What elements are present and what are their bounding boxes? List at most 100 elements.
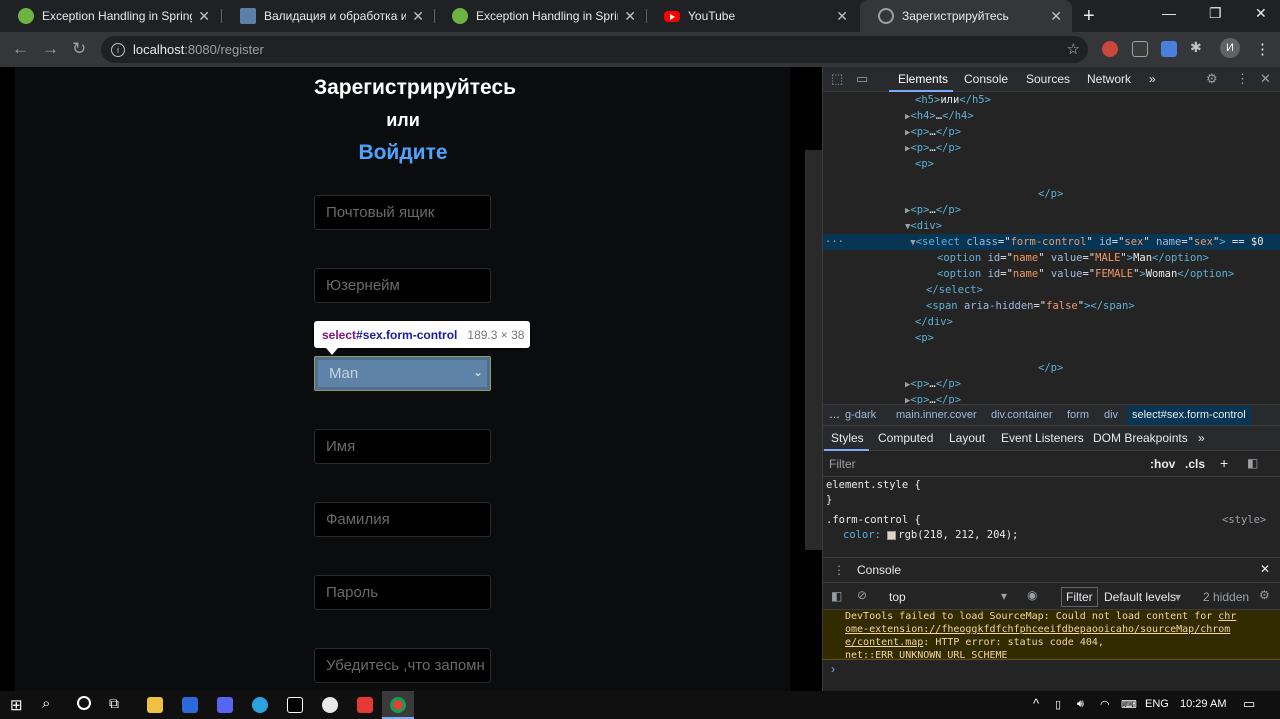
settings-gear-icon[interactable]: ⚙ <box>1259 588 1270 602</box>
lastname-field[interactable] <box>314 502 491 537</box>
settings-gear-icon[interactable]: ⚙ <box>1206 71 1218 87</box>
chrome-icon[interactable] <box>390 697 406 713</box>
volume-icon[interactable]: 🔊︎ <box>1077 698 1084 711</box>
network-icon[interactable]: ◠ <box>1100 698 1110 711</box>
dom-node[interactable]: ▶<p>…</p> <box>905 376 961 392</box>
close-devtools-icon[interactable]: ✕ <box>1260 71 1271 87</box>
dom-node-selected[interactable]: ··· ▼<select class="form-control" id="se… <box>823 234 1280 250</box>
browser-tab[interactable]: Exception Handling in Spring M ✕ <box>434 0 646 32</box>
more-tabs-icon[interactable]: » <box>1149 72 1156 86</box>
close-icon[interactable]: ✕ <box>1050 8 1062 25</box>
search-icon[interactable]: ⌕ <box>42 695 50 712</box>
browser-tab[interactable]: Exception Handling in Spring M ✕ <box>0 0 220 32</box>
forward-icon[interactable]: → <box>42 39 59 59</box>
cortana-icon[interactable] <box>77 696 91 710</box>
close-window-icon[interactable]: ✕ <box>1255 5 1267 22</box>
add-rule-icon[interactable]: + <box>1220 455 1228 471</box>
email-field[interactable] <box>314 195 491 230</box>
sourcemap-link[interactable]: e/content.map <box>845 637 923 648</box>
back-icon[interactable]: ← <box>12 39 29 59</box>
language-indicator[interactable]: ENG <box>1145 698 1169 710</box>
clear-console-icon[interactable]: ⊘ <box>857 588 867 602</box>
browser-tab-active[interactable]: Зарегистрируйтесь ✕ <box>860 0 1072 32</box>
eye-icon[interactable]: ◉ <box>1027 588 1037 602</box>
close-drawer-icon[interactable]: ✕ <box>1260 562 1270 576</box>
info-icon[interactable]: i <box>111 42 125 57</box>
minimize-icon[interactable]: — <box>1162 5 1176 21</box>
dom-node[interactable]: </p> <box>1038 360 1063 376</box>
sourcemap-link[interactable]: ome-extension://fheoggkfdfchfphceeifdbep… <box>845 624 1230 635</box>
login-link[interactable]: Войдите <box>313 141 493 165</box>
dom-node[interactable]: <option id="name" value="FEMALE">Woman</… <box>937 266 1234 282</box>
sex-select[interactable]: Man ⌄ <box>314 356 491 391</box>
tab-sources[interactable]: Sources <box>1026 72 1070 86</box>
extension-icon[interactable] <box>1102 41 1118 57</box>
password-field[interactable] <box>314 575 491 610</box>
color-swatch-icon[interactable] <box>887 530 897 540</box>
style-source[interactable]: <style> <box>1222 514 1266 526</box>
console-drawer-tab[interactable]: Console <box>857 563 901 577</box>
styles-filter-input[interactable]: Filter <box>829 457 856 471</box>
menu-icon[interactable]: ⋮ <box>1255 40 1270 58</box>
address-bar[interactable]: i localhost:8080/register ☆ <box>101 36 1088 63</box>
toggle-sidebar-icon[interactable]: ◧ <box>1247 456 1258 470</box>
discord-icon[interactable] <box>217 697 233 713</box>
tab-layout[interactable]: Layout <box>949 431 985 445</box>
confirm-password-field[interactable] <box>314 648 491 683</box>
bookmark-star-icon[interactable]: ☆ <box>1067 40 1080 58</box>
browser-tab[interactable]: YouTube ✕ <box>646 0 858 32</box>
windows-start-icon[interactable]: ⊞ <box>10 696 23 714</box>
username-field[interactable] <box>314 268 491 303</box>
sidebar-toggle-icon[interactable]: ◧ <box>831 589 842 603</box>
intellij-icon[interactable] <box>287 697 303 713</box>
dom-node[interactable]: <p> <box>915 330 934 346</box>
tab-elements[interactable]: Elements <box>898 72 948 86</box>
maximize-icon[interactable]: ❐ <box>1209 5 1222 22</box>
tab-computed[interactable]: Computed <box>878 431 933 445</box>
show-hidden-icons-icon[interactable]: ^ <box>1033 696 1039 711</box>
close-icon[interactable]: ✕ <box>624 8 636 25</box>
hov-toggle[interactable]: :hov <box>1150 457 1175 471</box>
firstname-field[interactable] <box>314 429 491 464</box>
dom-node[interactable]: ▶<p>…</p> <box>905 140 961 156</box>
breadcrumb-item[interactable]: … <box>829 409 840 421</box>
context-selector[interactable]: top <box>889 590 906 604</box>
breadcrumb-item-selected[interactable]: select#sex.form-control <box>1127 406 1251 425</box>
close-icon[interactable]: ✕ <box>198 8 210 25</box>
dom-node[interactable]: ▶<h4>…</h4> <box>905 108 974 124</box>
task-view-icon[interactable]: ⧉ <box>109 695 119 712</box>
breadcrumb-item[interactable]: g-dark <box>845 409 876 421</box>
tab-event-listeners[interactable]: Event Listeners <box>1001 431 1084 445</box>
scrollbar-thumb[interactable] <box>805 150 822 550</box>
tab-console[interactable]: Console <box>964 72 1008 86</box>
reload-icon[interactable]: ↻ <box>72 39 86 59</box>
breadcrumb-item[interactable]: main.inner.cover <box>896 409 977 421</box>
keyboard-icon[interactable]: ⌨︎ <box>1121 698 1137 711</box>
breadcrumb-item[interactable]: div <box>1104 409 1118 421</box>
dom-node[interactable]: </p> <box>1038 186 1063 202</box>
dom-node[interactable]: ▶<p>…</p> <box>905 392 961 404</box>
close-icon[interactable]: ✕ <box>412 8 424 25</box>
dom-node[interactable]: <p> <box>915 156 934 172</box>
dom-node[interactable]: <h5>или</h5> <box>915 92 991 108</box>
dom-tree[interactable]: <h5>или</h5> ▶<h4>…</h4> ▶<p>…</p> ▶<p>…… <box>823 92 1280 404</box>
close-icon[interactable]: ✕ <box>836 8 848 25</box>
dom-node[interactable]: <option id="name" value="MALE">Man</opti… <box>937 250 1209 266</box>
translate-icon[interactable] <box>1161 41 1177 57</box>
app-icon[interactable] <box>357 697 373 713</box>
telegram-icon[interactable] <box>252 697 268 713</box>
breadcrumb-item[interactable]: form <box>1067 409 1089 421</box>
app-icon[interactable] <box>322 697 338 713</box>
tab-dom-breakpoints[interactable]: DOM Breakpoints <box>1093 431 1188 445</box>
puzzle-icon[interactable]: ✱ <box>1190 39 1206 55</box>
new-tab-icon[interactable]: + <box>1083 5 1095 28</box>
battery-icon[interactable]: ▯ <box>1055 698 1061 711</box>
avatar[interactable]: И <box>1220 38 1240 58</box>
tab-network[interactable]: Network <box>1087 72 1131 86</box>
file-explorer-icon[interactable] <box>147 697 163 713</box>
console-prompt[interactable]: › <box>831 662 835 676</box>
dom-node[interactable]: ▶<p>…</p> <box>905 124 961 140</box>
breadcrumb-item[interactable]: div.container <box>991 409 1053 421</box>
log-levels-dropdown[interactable]: Default levels <box>1104 590 1176 604</box>
tab-styles[interactable]: Styles <box>831 431 864 445</box>
